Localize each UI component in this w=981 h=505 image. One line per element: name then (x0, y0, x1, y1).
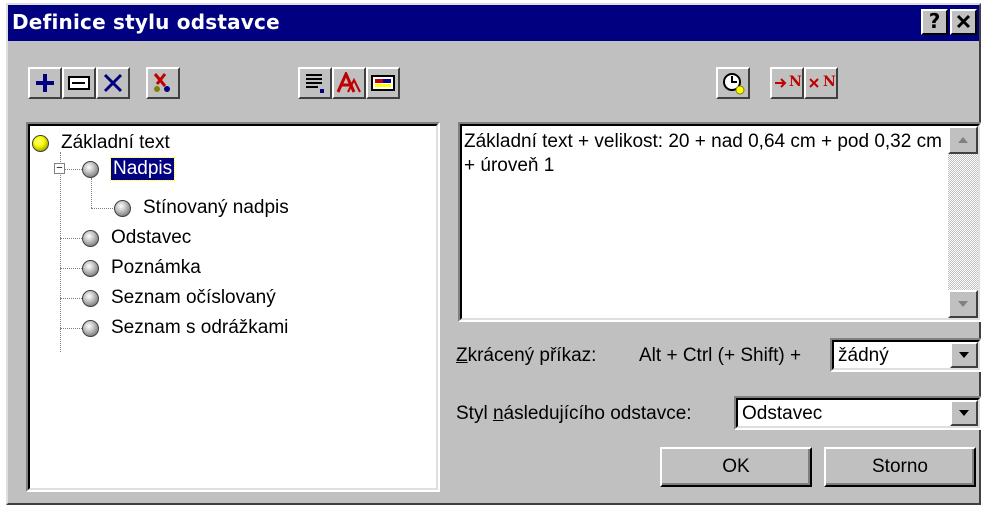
style-ball-icon (82, 319, 99, 337)
tree-item-seznam-s-odrazkami[interactable]: Seznam s odrážkami (82, 313, 288, 343)
paragraph-icon (306, 74, 324, 93)
arrow-up-icon (958, 137, 968, 143)
properties-icon (371, 75, 395, 91)
ok-button-label: OK (722, 456, 750, 477)
paragraph-format-button[interactable] (298, 67, 332, 99)
close-icon (956, 14, 971, 29)
help-button[interactable]: ? (921, 9, 948, 35)
chevron-down-icon (959, 352, 969, 358)
style-ball-icon (82, 229, 99, 247)
next-style-select[interactable]: Odstavec (734, 396, 981, 430)
cut-style-button[interactable] (146, 67, 180, 99)
tree-item-label: Nadpis (109, 157, 176, 181)
tree-line (60, 298, 82, 299)
tree-item-label: Odstavec (111, 227, 192, 248)
delete-icon (103, 73, 123, 93)
shortcut-select-value: žádný (838, 345, 889, 366)
style-ball-icon (82, 160, 99, 178)
rename-style-button[interactable] (62, 67, 96, 99)
tree-item-label: Poznámka (111, 257, 201, 278)
next-style-select-dropdown[interactable] (950, 400, 978, 426)
tree-item-odstavec[interactable]: Odstavec (82, 223, 191, 253)
tree-item-poznamka[interactable]: Poznámka (82, 253, 201, 283)
tree-collapse-toggle[interactable]: − (54, 163, 65, 174)
tree-line (60, 152, 61, 352)
tree-line (60, 328, 82, 329)
font-icon (336, 72, 361, 93)
tree-item-nadpis[interactable]: Nadpis (82, 154, 176, 184)
style-ball-icon (82, 289, 99, 307)
tree-item-stinovany-nadpis[interactable]: Stínovaný nadpis (114, 193, 289, 223)
shortcut-select[interactable]: žádný (830, 338, 981, 372)
clock-icon (723, 73, 745, 95)
style-tree[interactable]: − Základní text Nadpis Stínovaný nadpis … (26, 122, 440, 492)
remove-numbering-label: N (823, 74, 836, 90)
font-format-button[interactable] (332, 67, 366, 99)
add-numbering-label: N (789, 74, 802, 90)
tree-item-label: Seznam s odrážkami (111, 317, 289, 338)
style-ball-icon (114, 199, 131, 217)
add-style-button[interactable] (28, 67, 62, 99)
plus-icon (36, 74, 54, 92)
scroll-up-button[interactable] (948, 126, 978, 154)
shortcut-label-rest: krácený příkaz: (467, 345, 597, 366)
next-style-select-value: Odstavec (742, 403, 823, 424)
style-definition-dialog: Definice stylu odstavce ? N N − Základní… (6, 3, 981, 505)
rename-icon (68, 76, 90, 90)
delete-style-button[interactable] (96, 67, 130, 99)
tree-line (60, 268, 82, 269)
next-style-label: Styl následujícího odstavce: (456, 403, 692, 425)
cancel-button[interactable]: Storno (824, 447, 976, 487)
style-ball-icon (32, 134, 49, 152)
close-button[interactable] (950, 9, 977, 35)
cancel-button-label: Storno (872, 456, 928, 477)
next-style-label-accel: n (492, 403, 504, 424)
scroll-down-button[interactable] (948, 290, 978, 318)
shortcut-label-accel: Z (456, 345, 468, 366)
scissors-icon (153, 73, 170, 92)
tree-line (60, 238, 82, 239)
ok-button[interactable]: OK (660, 447, 812, 487)
title-bar[interactable]: Definice stylu odstavce ? (8, 5, 979, 41)
next-style-label-rest: ásledujícího odstavce: (503, 403, 692, 424)
window-title: Definice stylu odstavce (12, 10, 280, 34)
tree-item-seznam-ocislovany[interactable]: Seznam očíslovaný (82, 283, 276, 313)
tree-line (91, 208, 113, 209)
shortcut-key-button[interactable] (716, 67, 750, 99)
style-description-box: Základní text + velikost: 20 + nad 0,64 … (458, 122, 981, 322)
tree-item-label: Základní text (61, 132, 170, 153)
chevron-down-icon (959, 410, 969, 416)
arrow-down-icon (958, 301, 968, 307)
style-ball-icon (82, 259, 99, 277)
shortcut-select-dropdown[interactable] (950, 342, 978, 368)
description-scrollbar[interactable] (948, 126, 978, 318)
shortcut-label: Zkrácený příkaz: (456, 345, 596, 367)
style-properties-button[interactable] (366, 67, 400, 99)
tree-item-label: Stínovaný nadpis (143, 197, 289, 218)
insert-numbering-button[interactable]: N (770, 67, 804, 99)
shortcut-keys-text: Alt + Ctrl (+ Shift) + (639, 345, 802, 366)
next-style-label-before: Styl (456, 403, 493, 424)
remove-numbering-button[interactable]: N (804, 67, 838, 99)
style-description-text: Základní text + velikost: 20 + nad 0,64 … (464, 131, 942, 176)
tree-item-label: Seznam očíslovaný (111, 287, 276, 308)
